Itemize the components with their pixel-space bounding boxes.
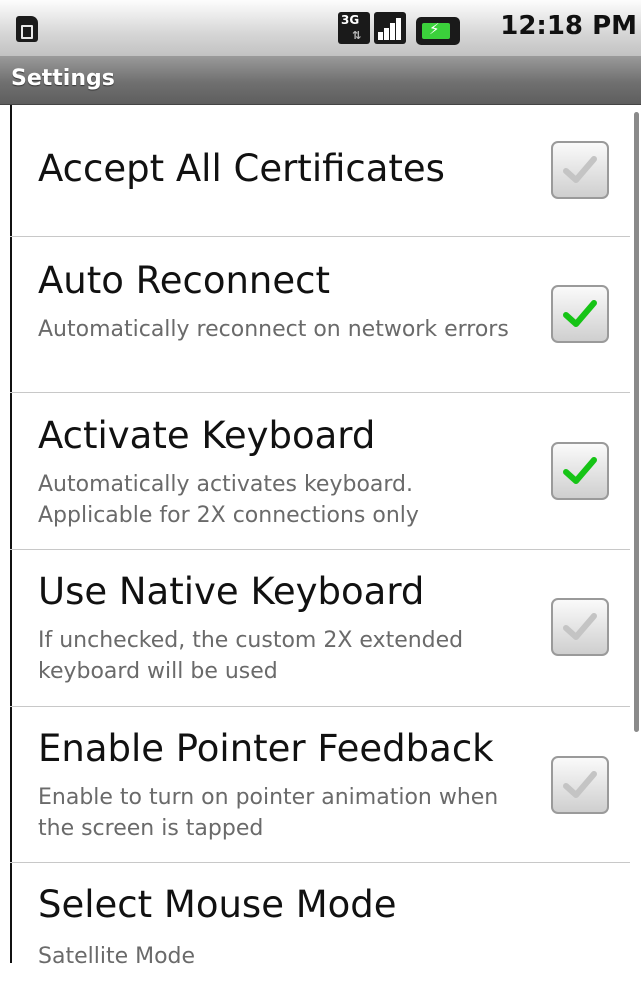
3g-data-icon: 3G ⇅ [338,12,370,44]
checkmark-icon [563,156,597,183]
checkmark-icon [563,613,597,640]
setting-title: Use Native Keyboard [38,570,425,613]
checkmark-icon [563,457,597,484]
signal-strength-icon [374,12,406,44]
enable-pointer-feedback-checkbox[interactable] [551,756,609,814]
setting-title: Accept All Certificates [38,147,445,190]
setting-auto-reconnect[interactable]: Auto Reconnect Automatically reconnect o… [10,237,630,393]
data-arrows-icon: ⇅ [352,29,362,42]
setting-title: Auto Reconnect [38,259,330,302]
checkmark-icon [563,771,597,798]
setting-title: Activate Keyboard [38,414,376,457]
use-native-keyboard-checkbox[interactable] [551,598,609,656]
setting-summary: Automatically reconnect on network error… [38,317,509,342]
network-type-label: 3G [341,13,360,27]
setting-select-mouse-mode[interactable]: Select Mouse Mode Satellite Mode [10,863,630,983]
battery-charging-icon: ⚡ [416,17,460,45]
activate-keyboard-checkbox[interactable] [551,442,609,500]
page-title: Settings [11,66,115,91]
status-bar: 3G ⇅ ⚡ 12:18 PM [0,0,641,56]
scrollbar[interactable] [634,112,639,732]
setting-title: Enable Pointer Feedback [38,727,494,770]
accept-all-certificates-checkbox[interactable] [551,141,609,199]
setting-summary: Satellite Mode [38,944,196,969]
setting-use-native-keyboard[interactable]: Use Native Keyboard If unchecked, the cu… [10,550,630,707]
sim-card-icon [16,16,38,42]
setting-accept-all-certificates[interactable]: Accept All Certificates [10,105,630,237]
setting-summary: If unchecked, the custom 2X extended key… [38,628,464,684]
setting-enable-pointer-feedback[interactable]: Enable Pointer Feedback Enable to turn o… [10,707,630,863]
title-bar: Settings [0,56,641,105]
setting-activate-keyboard[interactable]: Activate Keyboard Automatically activate… [10,393,630,550]
status-time: 12:18 PM [500,11,637,41]
setting-summary: Enable to turn on pointer animation when… [38,785,499,841]
auto-reconnect-checkbox[interactable] [551,285,609,343]
checkmark-icon [563,300,597,327]
setting-summary: Automatically activates keyboard. Applic… [38,472,419,528]
setting-title: Select Mouse Mode [38,883,397,926]
settings-list[interactable]: Accept All Certificates Auto Reconnect A… [10,105,630,983]
